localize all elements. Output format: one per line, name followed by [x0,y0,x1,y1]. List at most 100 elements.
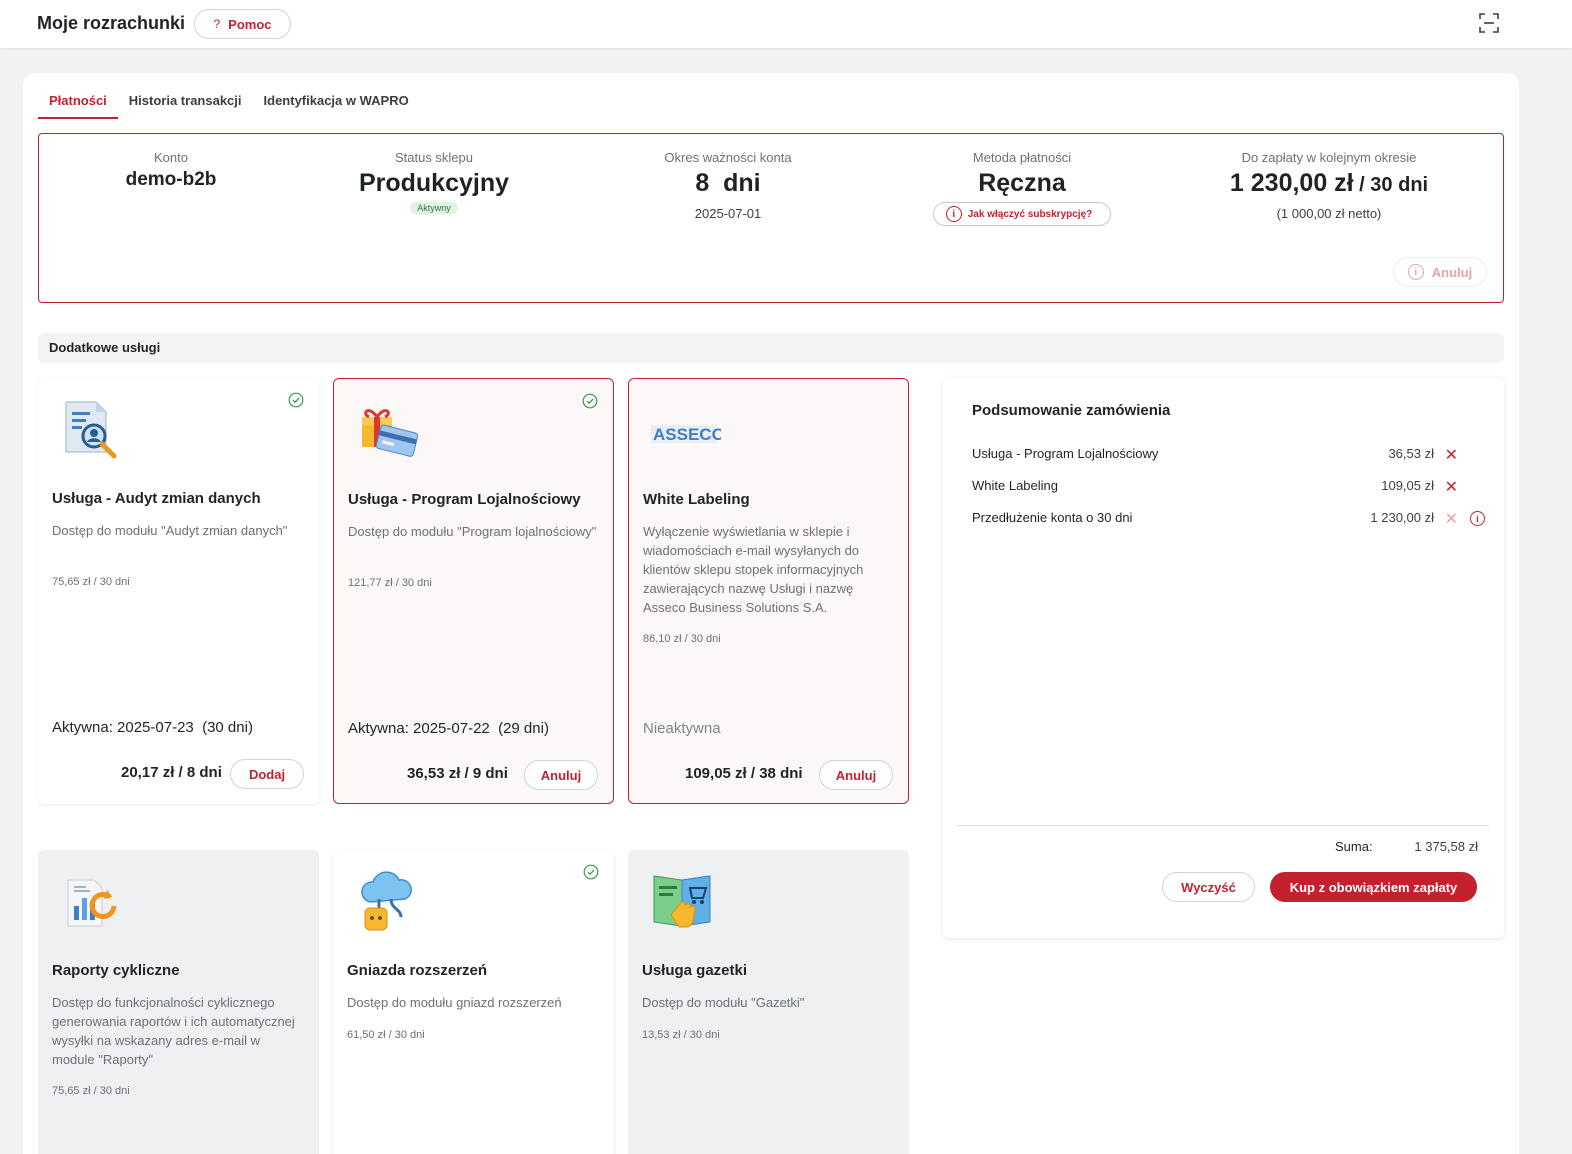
service-card-extension-slots[interactable]: Gniazda rozszerzeń Dostęp do modułu gnia… [333,850,614,1154]
top-bar: Moje rozrachunki ? Pomoc [0,0,1572,48]
shop-status-value: Produkcyjny [358,169,510,197]
summary-item-price: 36,53 zł [1388,446,1434,461]
help-button[interactable]: ? Pomoc [194,9,291,39]
section-title: Dodatkowe usługi [38,333,1504,363]
summary-item: Przedłużenie konta o 30 dni 1 230,00 zł … [972,510,1488,530]
shop-status-info: Status sklepu Produkcyjny Aktywny [339,150,529,216]
service-description: Wyłączenie wyświetlania w sklepie i wiad… [643,524,864,615]
cancel-subscription-button[interactable]: i Anuluj [1393,257,1487,287]
service-price: 121,77 zł / 30 dni [348,577,432,589]
tab-wapro-identification[interactable]: Identyfikacja w WAPRO [253,87,420,119]
amount-due-amount: 1 230,00 zł [1229,169,1354,197]
service-title: Raporty cykliczne [52,962,180,979]
info-icon: i [1407,264,1424,280]
remove-icon: ✕ [1444,511,1458,528]
summary-item: White Labeling 109,05 zł ✕ [972,478,1488,498]
summary-item-price: 1 230,00 zł [1370,510,1434,525]
remove-icon[interactable]: ✕ [1445,477,1458,497]
validity-info: Okres ważności konta 8 dni 2025-07-01 [633,150,823,221]
amount-due-period: / 30 dni [1353,174,1429,196]
shop-status-label: Status sklepu [394,150,474,165]
service-total: 36,53 zł / 9 dni [407,765,508,782]
service-status: Aktywna: 2025-07-22 (29 dni) [348,720,549,737]
tab-transaction-history[interactable]: Historia transakcji [118,87,253,119]
service-total: 109,05 zł / 38 dni [685,765,803,782]
buy-button[interactable]: Kup z obowiązkiem zapłaty [1270,872,1477,902]
amount-due-value: 1 230,00 zł / 30 dni [1189,169,1469,198]
cancel-service-button[interactable]: Anuluj [524,760,598,790]
service-title: White Labeling [643,491,750,508]
service-description: Dostęp do modułu "Audyt zmian danych" [52,523,288,538]
total-label: Suma: [1335,839,1373,854]
total-value: 1 375,58 zł [1414,839,1478,854]
cloud-plug-icon [361,871,412,931]
info-icon: i [945,206,962,222]
add-service-button[interactable]: Dodaj [230,759,304,789]
question-icon: ? [213,17,221,31]
page-title: Moje rozrachunki [37,13,186,33]
document-search-icon [65,401,117,459]
order-summary-title: Podsumowanie zamówienia [972,402,1171,419]
service-title: Usługa gazetki [642,962,748,979]
report-cycle-icon [67,879,117,927]
amount-due-net: (1 000,00 zł netto) [1276,206,1382,221]
summary-item-name: White Labeling [972,478,1058,493]
service-price: 13,53 zł / 30 dni [642,1029,720,1041]
cancel-subscription-label: Anuluj [1431,264,1473,280]
service-card-cyclic-reports[interactable]: Raporty cykliczne Dostęp do funkcjonalno… [38,850,319,1154]
status-badge: Aktywny [410,202,458,214]
asseco-logo: ASSECO [651,425,721,444]
subscription-hint-button[interactable]: i Jak włączyć subskrypcję? [932,202,1112,226]
payment-method-label: Metoda płatności [972,150,1072,165]
service-price: 75,65 zł / 30 dni [52,576,130,588]
catalog-cart-icon [653,875,711,928]
service-price: 86,10 zł / 30 dni [643,633,721,645]
account-info-box: Konto demo-b2b Status sklepu Produkcyjny… [38,133,1504,303]
remove-icon[interactable]: ✕ [1445,445,1458,465]
check-circle-icon [583,864,599,880]
payment-method-value: Ręczna [978,169,1066,197]
amount-due-info: Do zapłaty w kolejnym okresie 1 230,00 z… [1189,150,1469,221]
summary-item-name: Przedłużenie konta o 30 dni [972,510,1133,525]
summary-item-price: 109,05 zł [1381,478,1434,493]
info-icon[interactable]: i [1470,511,1485,526]
service-total: 20,17 zł / 8 dni [121,764,222,781]
service-description: Dostęp do modułu "Program lojalnościowy" [348,524,597,539]
account-info: Konto demo-b2b [101,150,241,191]
order-summary: Podsumowanie zamówienia Usługa - Program… [943,378,1504,938]
service-title: Usługa - Program Lojalnościowy [348,491,581,508]
service-description: Dostęp do modułu gniazd rozszerzeń [347,995,562,1010]
account-value: demo-b2b [125,169,217,190]
service-title: Usługa - Audyt zmian danych [52,490,261,507]
service-price: 61,50 zł / 30 dni [347,1029,425,1041]
fullscreen-icon[interactable] [1478,12,1500,34]
service-status: Aktywna: 2025-07-23 (30 dni) [52,719,253,736]
subscription-hint-label: Jak włączyć subskrypcję? [967,208,1093,220]
service-description: Dostęp do funkcjonalności cyklicznego ge… [52,995,295,1067]
check-circle-icon [288,392,304,408]
help-button-label: Pomoc [228,16,272,32]
service-card-data-audit[interactable]: Usługa - Audyt zmian danych Dostęp do mo… [38,378,319,804]
tab-payments[interactable]: Płatności [38,87,118,119]
asseco-logo-text: ASSECO [653,425,721,444]
validity-value: 8 dni [695,169,761,197]
validity-label: Okres ważności konta [664,150,792,165]
summary-item: Usługa - Program Lojalnościowy 36,53 zł … [972,446,1488,466]
cancel-service-button[interactable]: Anuluj [819,760,893,790]
service-price: 75,65 zł / 30 dni [52,1085,130,1097]
check-circle-icon [582,393,598,409]
service-card-white-labeling[interactable]: ASSECO White Labeling Wyłączenie wyświet… [628,378,909,804]
amount-due-label: Do zapłaty w kolejnym okresie [1241,150,1417,165]
account-label: Konto [154,150,188,165]
tab-bar: Płatności Historia transakcji Identyfika… [38,87,420,119]
payment-method-info: Metoda płatności Ręczna i Jak włączyć su… [927,150,1117,226]
clear-button[interactable]: Wyczyść [1162,872,1255,902]
service-card-loyalty-program[interactable]: Usługa - Program Lojalnościowy Dostęp do… [333,378,614,804]
gift-card-icon [362,409,419,457]
service-status: Nieaktywna [643,720,721,737]
service-card-leaflets[interactable]: Usługa gazetki Dostęp do modułu "Gazetki… [628,850,909,1154]
validity-date: 2025-07-01 [694,206,762,221]
summary-item-name: Usługa - Program Lojalnościowy [972,446,1159,461]
divider [957,825,1489,826]
service-description: Dostęp do modułu "Gazetki" [642,995,805,1010]
